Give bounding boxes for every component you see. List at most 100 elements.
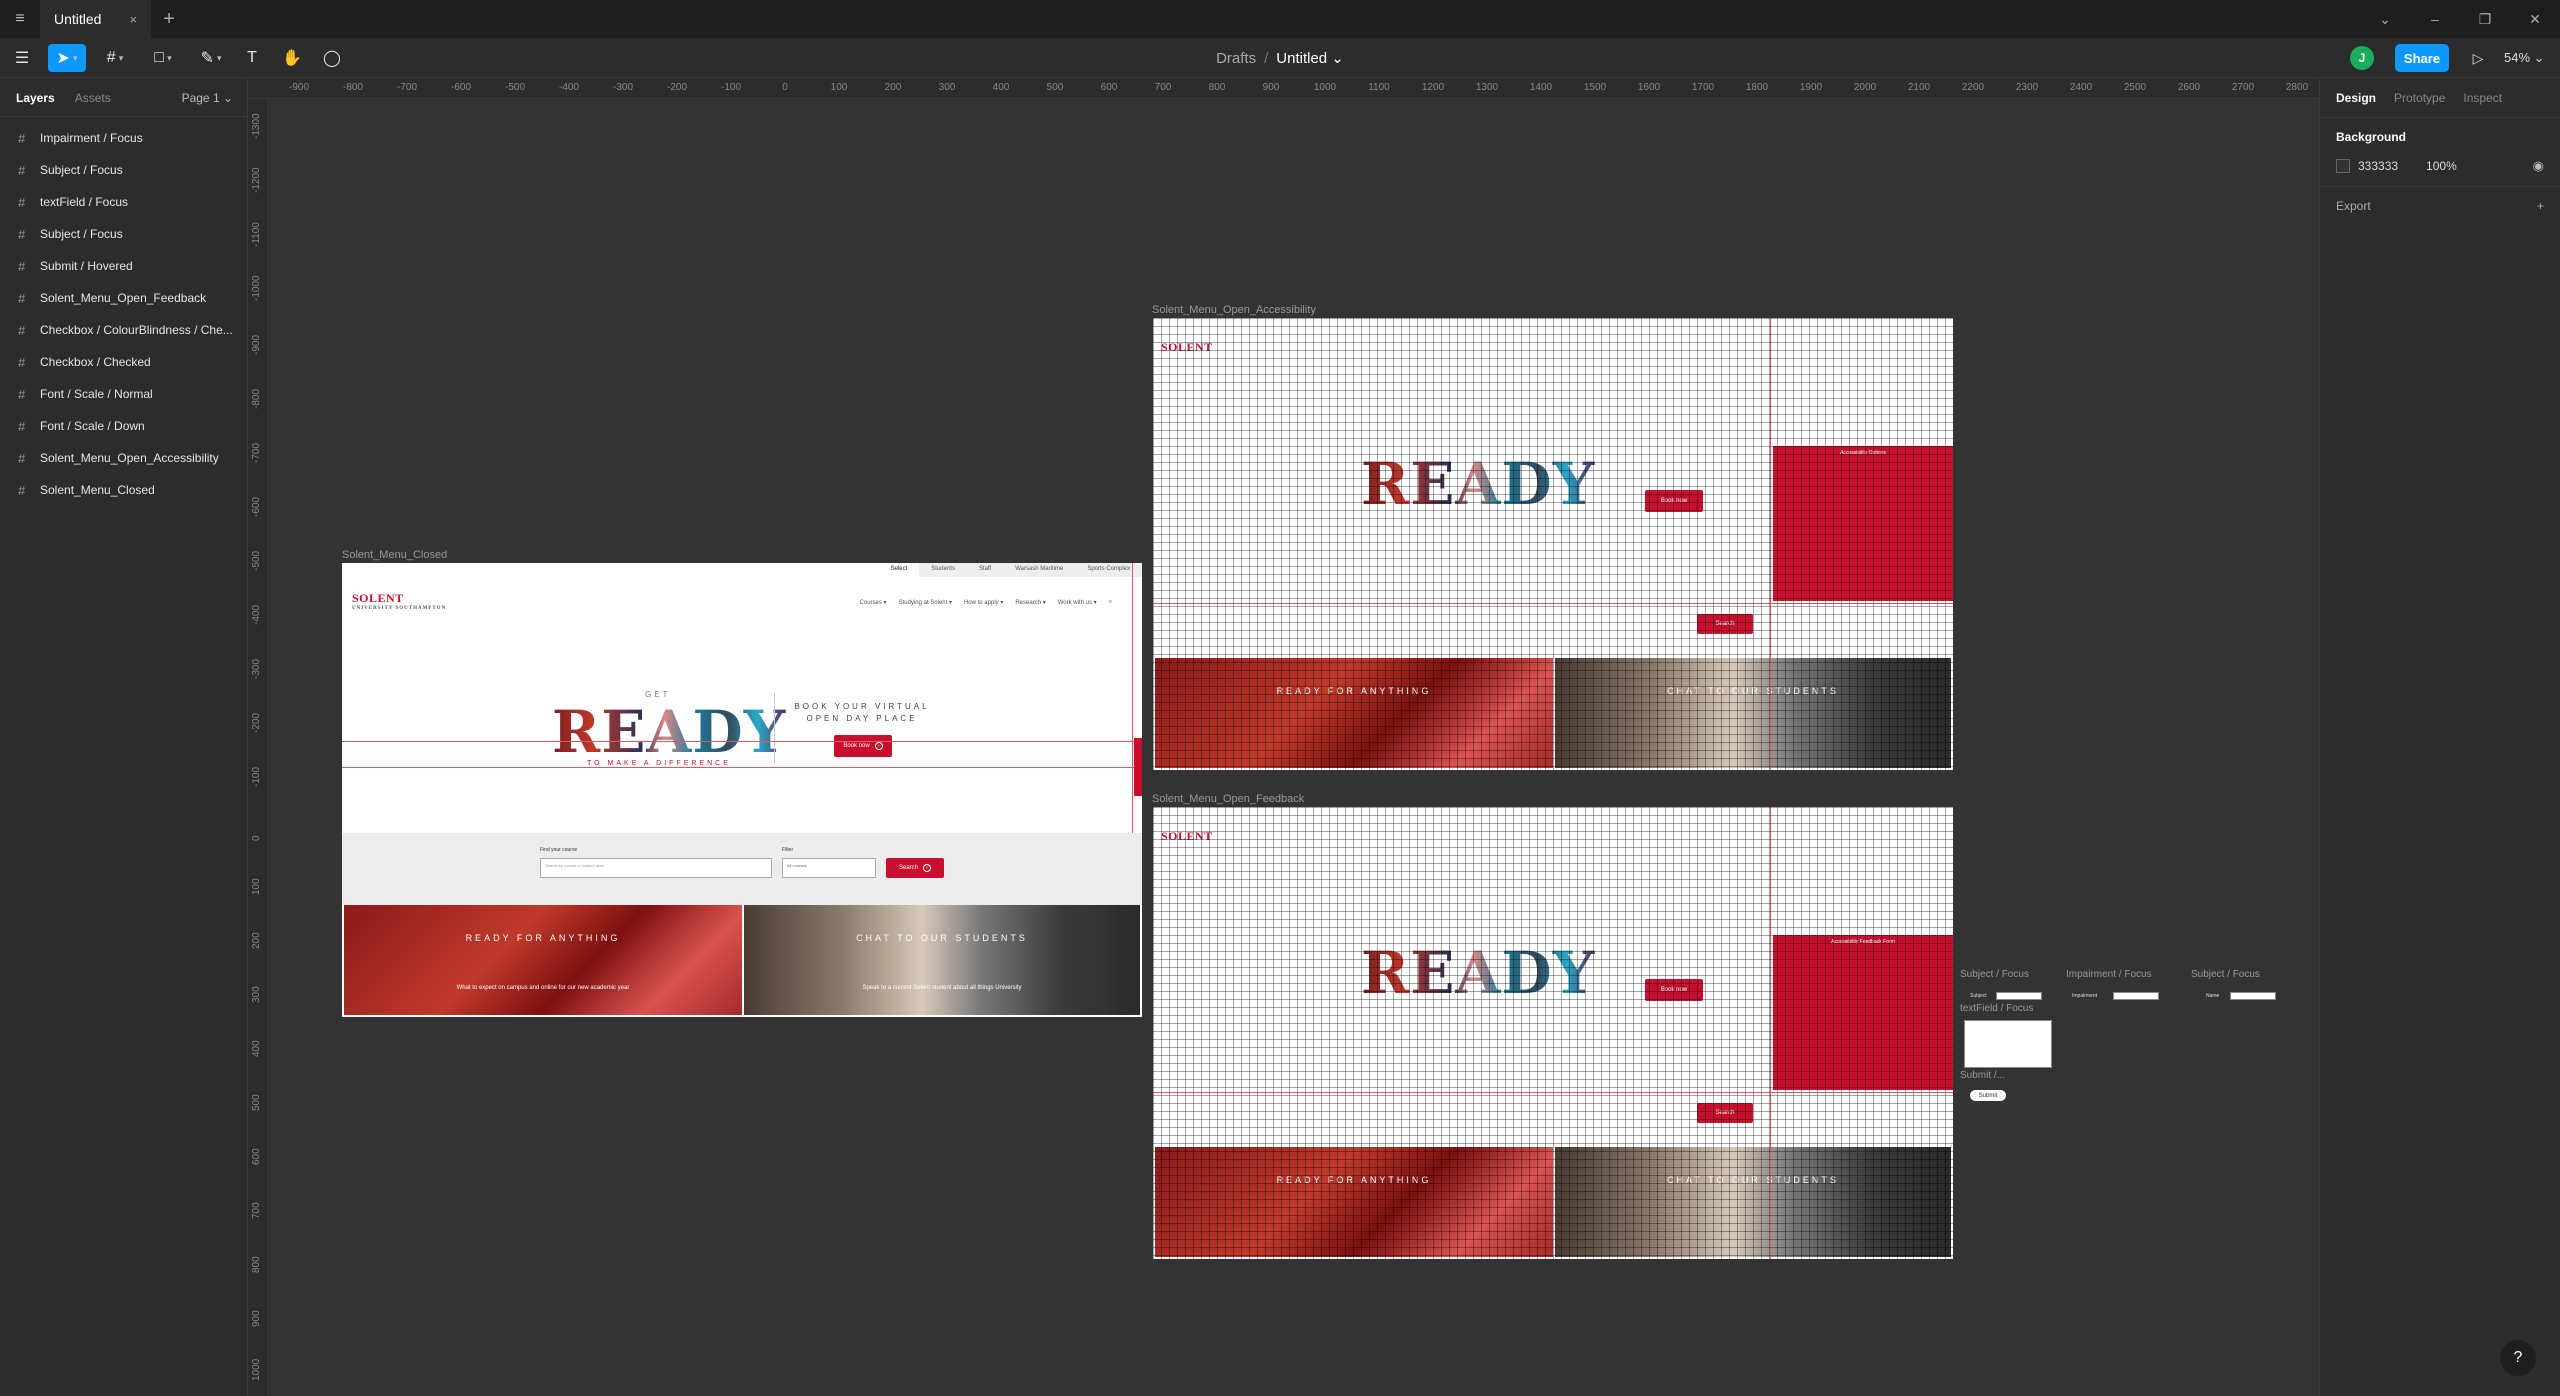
layer-item[interactable]: # Solent_Menu_Open_Accessibility: [0, 442, 247, 474]
frame-solent-menu-open-feedback[interactable]: SOLENT READY Book now Accessibility Feed…: [1153, 807, 1953, 1259]
frame-label-feedback[interactable]: Solent_Menu_Open_Feedback: [1152, 793, 1304, 805]
filter-select[interactable]: All courses: [782, 858, 876, 878]
book-now-button[interactable]: Book now: [1645, 490, 1703, 512]
layer-item[interactable]: # Font / Scale / Normal: [0, 378, 247, 410]
layer-item[interactable]: # Solent_Menu_Closed: [0, 474, 247, 506]
add-export-icon[interactable]: +: [2537, 199, 2544, 213]
topnav-item[interactable]: Select: [878, 563, 920, 577]
ruler-tick-label: 0: [251, 835, 262, 841]
background-opacity[interactable]: 100%: [2426, 159, 2457, 173]
comment-tool[interactable]: ◯: [320, 44, 344, 72]
chevron-down-icon[interactable]: ⌄: [2360, 11, 2410, 28]
tile-chat-to-students[interactable]: CHAT TO OUR STUDENTS: [1555, 658, 1951, 768]
background-hex[interactable]: 333333: [2358, 159, 2398, 173]
help-button[interactable]: ?: [2500, 1340, 2536, 1376]
page-selector[interactable]: Page 1 ⌄: [182, 91, 233, 105]
search-icon[interactable]: ⌕: [1109, 599, 1112, 606]
search-button[interactable]: Search: [1697, 1103, 1753, 1123]
topnav-item[interactable]: Staff: [966, 563, 1004, 577]
tile-chat-to-students[interactable]: CHAT TO OUR STUDENTS: [1555, 1147, 1951, 1257]
solent-logo[interactable]: SOLENT UNIVERSITY SOUTHAMPTON: [352, 591, 446, 611]
vertical-ruler[interactable]: -1300 -1200 -1100 -1000 -900 -800 -700 -600 -500…: [249, 99, 269, 1396]
name-input[interactable]: [2230, 992, 2276, 1000]
tile-title: CHAT TO OUR STUDENTS: [1667, 686, 1839, 696]
pen-tool[interactable]: ✎ ▾: [192, 44, 230, 72]
tile-ready-for-anything[interactable]: READY FOR ANYTHING What to expect on cam…: [344, 905, 742, 1015]
nav-item[interactable]: How to apply ▾: [964, 599, 1003, 606]
component-label-subject-focus-2[interactable]: Subject / Focus: [2191, 969, 2260, 980]
avatar[interactable]: J: [2350, 46, 2374, 70]
layer-item[interactable]: # textField / Focus: [0, 186, 247, 218]
textfield-area[interactable]: [1964, 1020, 2052, 1068]
component-label-impairment-focus[interactable]: Impairment / Focus: [2066, 969, 2152, 980]
share-button[interactable]: Share: [2395, 44, 2449, 72]
frame-tool[interactable]: # ▾: [96, 44, 134, 72]
tab-inspect[interactable]: Inspect: [2463, 91, 2502, 105]
tile-ready-for-anything[interactable]: READY FOR ANYTHING: [1155, 1147, 1553, 1257]
topnav-item[interactable]: Students: [919, 563, 967, 577]
tab-layers[interactable]: Layers: [16, 91, 55, 105]
search-button[interactable]: Search ›: [886, 858, 944, 878]
book-now-button[interactable]: Book now ›: [834, 735, 892, 757]
logo-text: SOLENT: [352, 591, 404, 605]
solent-logo[interactable]: SOLENT: [1161, 340, 1213, 355]
figma-menu-icon[interactable]: ≡: [0, 0, 40, 38]
frame-solent-menu-open-accessibility[interactable]: SOLENT READY Book now Accessibility Opti…: [1153, 318, 1953, 770]
accessibility-side-tab[interactable]: [1134, 738, 1142, 796]
subject-input[interactable]: [1996, 992, 2042, 1000]
submit-button[interactable]: Submit: [1970, 1090, 2006, 1101]
close-tab-icon[interactable]: ×: [129, 12, 137, 27]
layer-item[interactable]: # Checkbox / Checked: [0, 346, 247, 378]
close-window-icon[interactable]: ✕: [2510, 11, 2560, 28]
frame-label-accessibility[interactable]: Solent_Menu_Open_Accessibility: [1152, 304, 1316, 316]
tab-prototype[interactable]: Prototype: [2394, 91, 2445, 105]
tile-ready-for-anything[interactable]: READY FOR ANYTHING: [1155, 658, 1553, 768]
layer-item[interactable]: # Solent_Menu_Open_Feedback: [0, 282, 247, 314]
layer-item[interactable]: # Subject / Focus: [0, 218, 247, 250]
move-tool[interactable]: ➤ ▾: [48, 44, 86, 72]
add-tab-icon[interactable]: +: [151, 8, 187, 31]
nav-item[interactable]: Studying at Solent ▾: [899, 599, 952, 606]
nav-item[interactable]: Courses ▾: [860, 599, 887, 606]
main-menu-icon[interactable]: ☰: [8, 44, 36, 72]
shape-tool[interactable]: □ ▾: [144, 44, 182, 72]
export-section: Export +: [2320, 186, 2560, 225]
layer-item[interactable]: # Impairment / Focus: [0, 122, 247, 154]
book-now-button[interactable]: Book now: [1645, 979, 1703, 1001]
eye-icon[interactable]: ◉: [2533, 158, 2544, 174]
layer-item[interactable]: # Subject / Focus: [0, 154, 247, 186]
component-label-subject-focus[interactable]: Subject / Focus: [1960, 969, 2029, 980]
nav-item[interactable]: Work with us ▾: [1058, 599, 1097, 606]
layer-item[interactable]: # Checkbox / ColourBlindness / Che...: [0, 314, 247, 346]
nav-item[interactable]: Research ▾: [1015, 599, 1045, 606]
component-label-textfield-focus[interactable]: textField / Focus: [1960, 1003, 2033, 1014]
restore-icon[interactable]: ❐: [2460, 11, 2510, 28]
layer-item[interactable]: # Submit / Hovered: [0, 250, 247, 282]
color-swatch[interactable]: [2336, 159, 2350, 173]
tile-chat-to-students[interactable]: CHAT TO OUR STUDENTS Speak to a current …: [744, 905, 1140, 1015]
canvas[interactable]: Solent_Menu_Closed Select Students Staff…: [270, 100, 2319, 1396]
breadcrumb-file[interactable]: Untitled ⌄: [1276, 49, 1344, 67]
frame-solent-menu-closed[interactable]: Select Students Staff Warsash Maritime S…: [342, 563, 1142, 1017]
hand-tool[interactable]: ✋: [280, 44, 304, 72]
play-icon[interactable]: ▷: [2466, 44, 2490, 72]
component-label-submit-hovered[interactable]: Submit /...: [1960, 1070, 2005, 1081]
text-tool[interactable]: T: [240, 44, 264, 72]
tab-assets[interactable]: Assets: [75, 91, 111, 105]
ruler-tick-label: -1300: [251, 113, 262, 139]
breadcrumb-drafts[interactable]: Drafts: [1216, 50, 1256, 67]
zoom-dropdown[interactable]: 54% ⌄: [2504, 44, 2545, 72]
horizontal-ruler[interactable]: -900 -800 -700 -600 -500 -400 -300 -200 -100 0 100…: [249, 79, 2362, 99]
tab-design[interactable]: Design: [2336, 91, 2376, 105]
frame-label-closed[interactable]: Solent_Menu_Closed: [342, 549, 447, 561]
impairment-input[interactable]: [2113, 992, 2159, 1000]
topnav-item[interactable]: Warsash Maritime: [1003, 563, 1076, 577]
course-search-input[interactable]: Search by course or subject area: [540, 858, 772, 878]
layer-item[interactable]: # Font / Scale / Down: [0, 410, 247, 442]
frame-tool-icon: #: [106, 49, 116, 66]
minimize-icon[interactable]: –: [2410, 11, 2460, 27]
solent-logo[interactable]: SOLENT: [1161, 829, 1213, 844]
file-tab[interactable]: Untitled ×: [40, 0, 152, 38]
guide-line: [342, 767, 1142, 768]
search-button[interactable]: Search: [1697, 614, 1753, 634]
